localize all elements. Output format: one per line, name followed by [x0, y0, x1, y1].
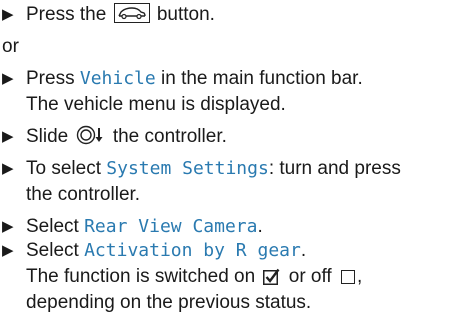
step-press-car-button: ▶ Press the button. — [2, 2, 215, 28]
step-text: Select — [26, 240, 79, 261]
controller-slide-down-icon — [76, 125, 106, 153]
step-select-activation-by-r-gear: ▶ Select Activation by R gear. The funct… — [2, 238, 362, 316]
or-separator: or — [2, 36, 19, 57]
step-press-vehicle: ▶ Press Vehicle in the main function bar… — [2, 66, 363, 118]
step-result-text: depending on the previous status. — [26, 292, 312, 313]
step-text: . — [300, 240, 307, 261]
step-text: Slide — [26, 126, 69, 147]
car-button-icon — [113, 3, 150, 23]
step-slide-controller: ▶ Slide the controller. — [2, 124, 227, 153]
step-text: the controller. — [112, 126, 227, 147]
checkbox-unchecked-icon — [341, 270, 355, 284]
step-text: Select — [26, 216, 79, 237]
triangle-bullet-icon: ▶ — [2, 6, 14, 23]
triangle-bullet-icon: ▶ — [2, 242, 14, 259]
step-text: To select — [26, 158, 101, 179]
triangle-bullet-icon: ▶ — [2, 70, 14, 87]
menu-item-activation-by-r-gear: Activation by R gear — [84, 240, 301, 261]
menu-item-vehicle: Vehicle — [79, 68, 156, 89]
step-result-text: or off — [288, 266, 332, 287]
menu-item-system-settings: System Settings — [106, 158, 269, 179]
step-result-text: , — [357, 266, 363, 287]
step-select-system-settings: ▶ To select System Settings: turn and pr… — [2, 156, 401, 208]
step-text: Press the — [26, 4, 107, 25]
step-text: the controller. — [26, 184, 141, 205]
triangle-bullet-icon: ▶ — [2, 218, 14, 235]
menu-item-rear-view-camera: Rear View Camera — [84, 216, 258, 237]
instructions-page: ▶ Press the button. or ▶ Press Vehicle i… — [0, 0, 458, 315]
step-result-text: The function is switched on — [26, 266, 256, 287]
triangle-bullet-icon: ▶ — [2, 128, 14, 145]
triangle-bullet-icon: ▶ — [2, 160, 14, 177]
step-text: button. — [156, 4, 215, 25]
step-text: . — [257, 216, 263, 237]
step-text: Press — [26, 68, 75, 89]
step-text: in the main function bar. — [161, 68, 363, 89]
step-text: : turn and press — [268, 158, 401, 179]
step-select-rear-view-camera: ▶ Select Rear View Camera. — [2, 214, 263, 240]
step-result-text: The vehicle menu is displayed. — [26, 94, 286, 115]
checkbox-checked-icon — [263, 267, 280, 285]
